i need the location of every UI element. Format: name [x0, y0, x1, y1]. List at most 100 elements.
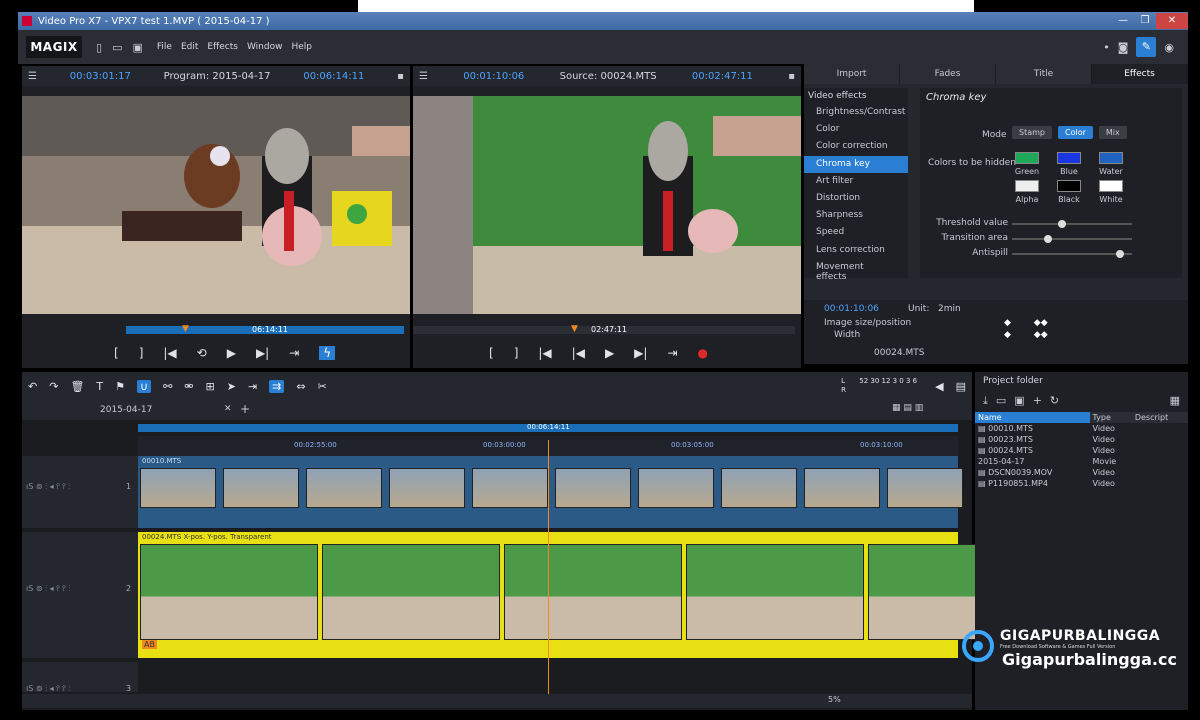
menu-help[interactable]: Help	[291, 42, 312, 52]
swatch-white[interactable]: White	[1096, 180, 1126, 204]
disc-icon[interactable]: ◉	[1164, 41, 1174, 54]
track-controls-2[interactable]: ıS ⊚ ⫶ ◂ ⫯ ⫯ ⫶	[26, 584, 70, 594]
maximize-button[interactable]: ❐	[1134, 13, 1156, 29]
unit-value[interactable]: 2min	[938, 304, 961, 314]
save-icon[interactable]: ▣	[1014, 394, 1024, 408]
program-video[interactable]	[22, 96, 410, 314]
source-go-start-button[interactable]: |◀	[538, 346, 551, 360]
save-icon[interactable]: ▣	[132, 41, 142, 54]
pointer-icon[interactable]: ➤	[227, 380, 236, 393]
project-row[interactable]: ▤ 00023.MTS Video	[975, 434, 1188, 445]
kf-row-image-size[interactable]: Image size/position	[824, 318, 911, 328]
col-description[interactable]: Descript	[1131, 412, 1188, 423]
folder-icon[interactable]: ▭	[996, 394, 1006, 408]
source-menu-icon[interactable]: ☰	[419, 71, 428, 82]
source-prev-frame-button[interactable]: |◀	[572, 346, 585, 360]
source-mark-in-button[interactable]: [	[489, 346, 494, 360]
source-play-button[interactable]: ▶	[605, 346, 614, 360]
antispill-slider[interactable]	[1012, 250, 1132, 258]
track-controls-1[interactable]: ıS ⊚ ⫶ ◂ ⫯ ⫯ ⫶	[26, 482, 70, 492]
effect-item[interactable]: Distortion	[804, 190, 908, 207]
mode-mix-button[interactable]: Mix	[1098, 126, 1127, 139]
zoom-level[interactable]: 5%	[828, 695, 841, 704]
mode-color-button[interactable]: Color	[1058, 126, 1093, 139]
import-icon[interactable]: ⤓	[983, 394, 988, 408]
grid-view-icon[interactable]: ▦	[1170, 394, 1180, 408]
source-timecode-left[interactable]: 00:01:10:06	[463, 71, 524, 82]
keyframe-diamonds-2[interactable]: ◆ ◆◆	[1004, 330, 1048, 340]
minimize-button[interactable]: —	[1112, 13, 1134, 29]
source-playhead-icon[interactable]: ▼	[571, 324, 578, 334]
mixer-icon[interactable]: ▤	[956, 380, 966, 393]
project-row[interactable]: ▤ DSCN0039.MOV Video	[975, 467, 1188, 478]
go-start-button[interactable]: |◀	[163, 346, 176, 360]
effect-item[interactable]: Speed	[804, 224, 908, 241]
view-icons[interactable]: ▦ ▤ ▥	[892, 403, 923, 413]
effect-item[interactable]: Movement effects	[804, 259, 908, 282]
loop-button[interactable]: ⟲	[197, 346, 207, 360]
swatch-box[interactable]	[1057, 180, 1081, 192]
project-row[interactable]: ▤ P1190851.MP4 Video	[975, 478, 1188, 489]
co-icon[interactable]: ◙	[1118, 41, 1129, 54]
swatch-box[interactable]	[1057, 152, 1081, 164]
source-mark-out-button[interactable]: ]	[514, 346, 519, 360]
effect-item[interactable]: Color correction	[804, 138, 908, 155]
magnet-icon[interactable]: ∪	[137, 379, 152, 393]
add-tab-icon[interactable]: +	[240, 402, 250, 416]
effect-item[interactable]: Art filter	[804, 173, 908, 190]
col-type[interactable]: Type	[1089, 412, 1132, 423]
effect-item-selected[interactable]: Chroma key	[804, 155, 908, 173]
swatch-blue[interactable]: Blue	[1054, 152, 1084, 176]
cut-icon[interactable]: ✂	[318, 380, 327, 393]
col-name[interactable]: Name	[975, 412, 1090, 423]
project-row[interactable]: ▤ 00024.MTS Video	[975, 445, 1188, 456]
menu-effects[interactable]: Effects	[207, 42, 238, 52]
mark-in-button[interactable]: [	[114, 346, 119, 360]
source-next-marker-button[interactable]: ▶|	[634, 346, 647, 360]
timeline-playhead[interactable]	[548, 440, 549, 694]
project-row[interactable]: 2015-04-17 Movie	[975, 456, 1188, 467]
timeline-scrollbar[interactable]: 5%	[22, 694, 972, 708]
play-button[interactable]: ▶	[227, 346, 236, 360]
tab-fades[interactable]: Fades	[900, 64, 996, 84]
effects-list-header[interactable]: Video effects	[804, 88, 908, 104]
swatch-box[interactable]	[1015, 180, 1039, 192]
delete-icon[interactable]: 🗑	[70, 380, 84, 393]
project-row[interactable]: ▤ 00010.MTS Video	[975, 423, 1188, 434]
program-menu-icon[interactable]: ☰	[28, 71, 37, 82]
unlink-icon[interactable]: ⚮	[184, 380, 193, 393]
add-icon[interactable]: +	[1033, 394, 1042, 408]
effect-item[interactable]: Color	[804, 121, 908, 138]
select-range-icon[interactable]: ⇥	[248, 380, 257, 393]
mode-stamp-button[interactable]: Stamp	[1012, 126, 1052, 139]
keyframe-diamonds[interactable]: ◆ ◆◆	[1004, 318, 1048, 328]
effect-item[interactable]: Brightness/Contrast	[804, 104, 908, 121]
timeline-tab[interactable]: 2015-04-17	[100, 405, 152, 415]
program-playhead-icon[interactable]: ▼	[182, 324, 189, 334]
track-controls-3[interactable]: ıS ⊚ ⫶ ◂ ⫯ ⫯ ⫶	[26, 684, 70, 694]
kf-row-width[interactable]: Width	[834, 330, 860, 340]
transition-slider[interactable]	[1012, 235, 1132, 243]
threshold-slider[interactable]	[1012, 220, 1132, 228]
swatch-water[interactable]: Water	[1096, 152, 1126, 176]
stretch-icon[interactable]: ⇔	[296, 380, 305, 393]
mark-out-button[interactable]: ]	[139, 346, 144, 360]
lightning-icon[interactable]: ϟ	[319, 346, 336, 360]
source-go-end-button[interactable]: ⇥	[667, 346, 677, 360]
marker-icon[interactable]: ⚑	[115, 380, 125, 393]
tab-title[interactable]: Title	[996, 64, 1092, 84]
redo-icon[interactable]: ↷	[49, 380, 58, 393]
program-timecode-left[interactable]: 00:03:01:17	[70, 71, 131, 82]
menu-edit[interactable]: Edit	[181, 42, 198, 52]
source-timecode-right[interactable]: 00:02:47:11	[692, 71, 753, 82]
link-icon[interactable]: ⚯	[163, 380, 172, 393]
ripple-icon[interactable]: ⇉	[269, 379, 285, 393]
swatch-box[interactable]	[1099, 152, 1123, 164]
new-file-icon[interactable]: ▯	[96, 41, 102, 54]
effect-item[interactable]: Lens correction	[804, 242, 908, 259]
magic-tool-icon[interactable]: ✎	[1136, 37, 1157, 57]
swatch-box[interactable]	[1099, 180, 1123, 192]
swatch-green[interactable]: Green	[1012, 152, 1042, 176]
text-icon[interactable]: T	[96, 380, 103, 393]
speaker-icon[interactable]: ◀	[935, 380, 943, 393]
